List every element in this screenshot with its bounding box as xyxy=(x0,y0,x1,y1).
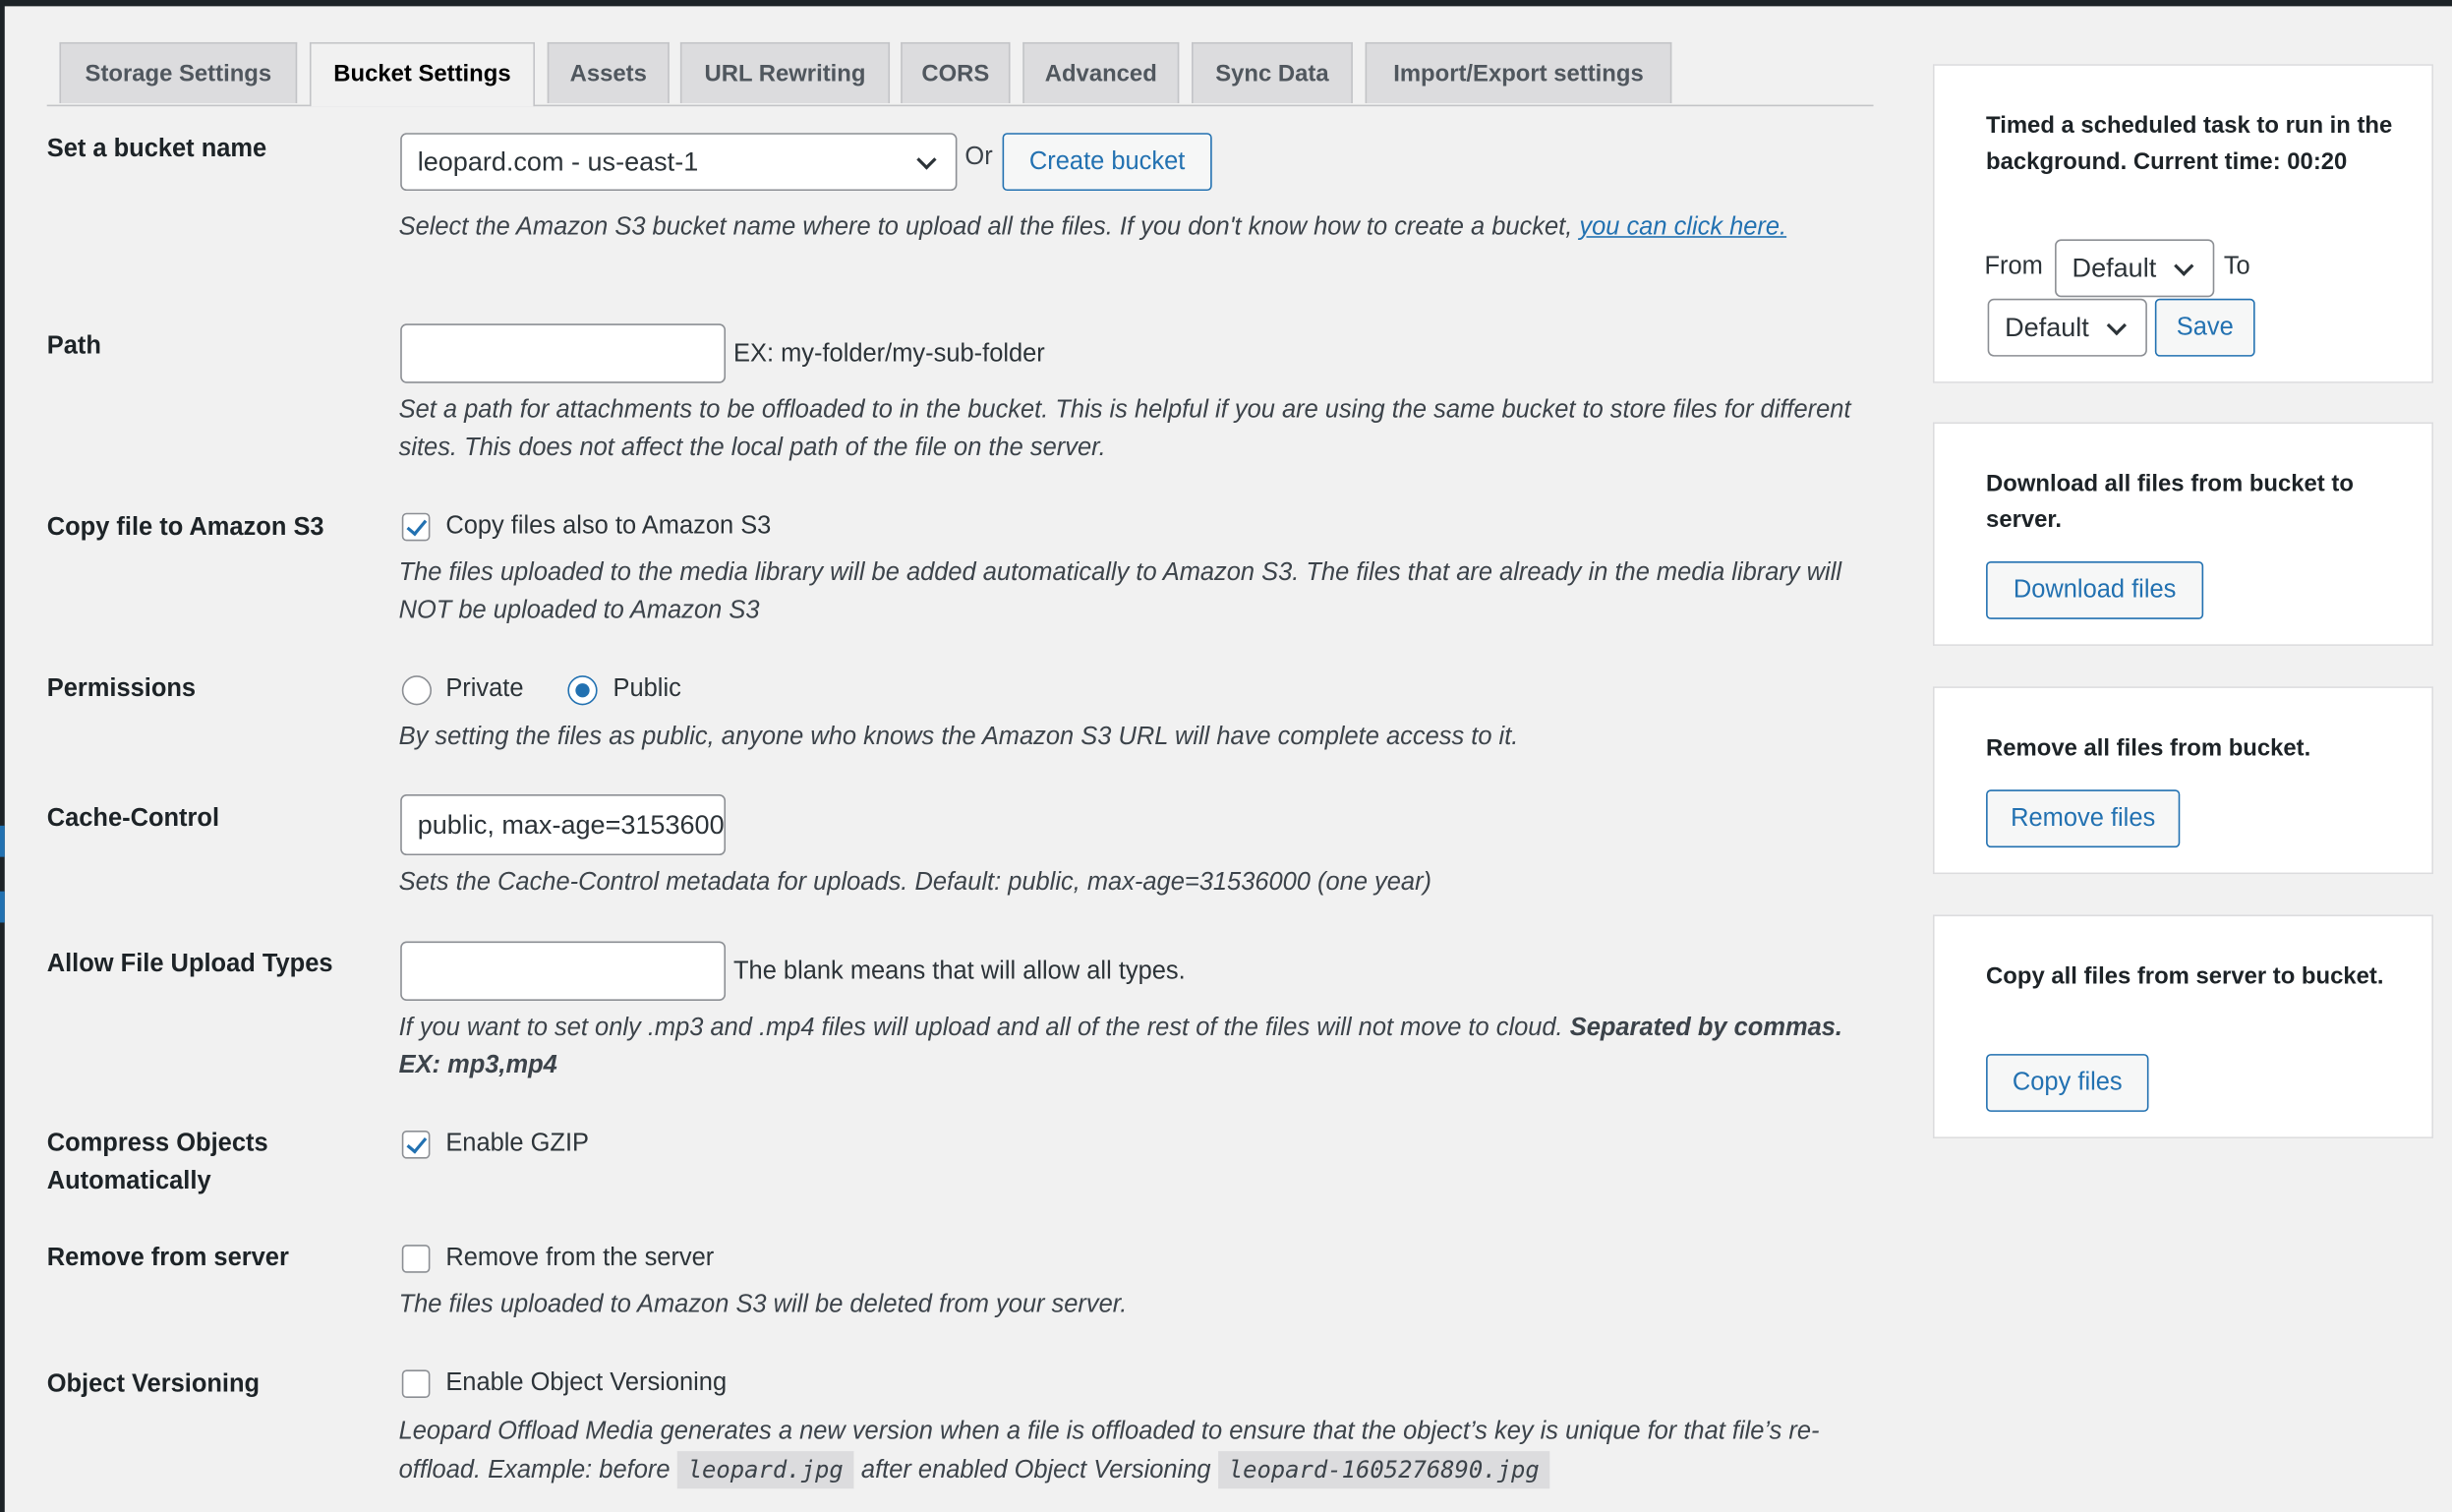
tab-advanced[interactable]: Advanced xyxy=(1022,41,1180,103)
checkmark-icon xyxy=(406,514,428,537)
copy-file-label: Copy file to Amazon S3 xyxy=(46,514,324,542)
schedule-card: Timed a scheduled task to run in the bac… xyxy=(1932,64,2433,383)
bucket-select-value: leopard.com - us-east-1 xyxy=(417,146,699,177)
schedule-card-title: Timed a scheduled task to run in the bac… xyxy=(1986,112,2393,176)
download-card: Download all files from bucket to server… xyxy=(1932,422,2433,646)
upload-types-label: Allow File Upload Types xyxy=(46,951,333,978)
copy-files-checkbox[interactable] xyxy=(401,512,431,542)
tab-url-rewriting[interactable]: URL Rewriting xyxy=(679,41,891,103)
path-description: Set a path for attachments to be offload… xyxy=(398,397,1851,462)
compress-label: Compress Objects Automatically xyxy=(47,1126,268,1200)
gzip-checkbox[interactable] xyxy=(401,1131,431,1159)
download-card-title: Download all files from bucket to server… xyxy=(1986,470,2354,534)
upload-types-hint: The blank means that will allow all type… xyxy=(732,959,1186,986)
public-radio-label[interactable]: Public xyxy=(613,670,681,708)
remove-server-label: Remove from server xyxy=(46,1245,289,1272)
from-select[interactable]: Default xyxy=(2055,239,2215,298)
download-files-button[interactable]: Download files xyxy=(1986,561,2204,619)
tab-assets[interactable]: Assets xyxy=(547,41,670,103)
permissions-label: Permissions xyxy=(46,675,197,703)
create-bucket-help-link[interactable]: you can click here. xyxy=(1579,214,1786,241)
chevron-down-icon xyxy=(2106,315,2127,335)
from-select-value: Default xyxy=(2072,253,2157,283)
versioning-checkbox[interactable] xyxy=(401,1369,431,1398)
upload-types-description: If you want to set only .mp3 and .mp4 fi… xyxy=(399,1011,1845,1085)
remove-server-checkbox-label[interactable]: Remove from the server xyxy=(445,1240,714,1277)
menu-indicator xyxy=(0,825,5,857)
from-label: From xyxy=(1984,253,2043,280)
to-label: To xyxy=(2223,253,2250,280)
copy-file-description: The files uploaded to the media library … xyxy=(398,559,1842,624)
versioning-description-text-2: after enabled Object Versioning xyxy=(860,1457,1211,1484)
code-before: leopard.jpg xyxy=(676,1451,854,1489)
remove-card-title: Remove all files from bucket. xyxy=(1986,734,2311,762)
cache-control-label: Cache-Control xyxy=(46,805,220,833)
radio-selected-dot xyxy=(575,683,590,698)
to-select-value: Default xyxy=(2005,313,2089,343)
remove-files-button[interactable]: Remove files xyxy=(1986,789,2181,848)
admin-menu-edge xyxy=(0,0,5,1512)
compress-label-line1: Compress Objects xyxy=(46,1131,268,1158)
path-label: Path xyxy=(46,332,101,360)
gzip-checkbox-label[interactable]: Enable GZIP xyxy=(445,1126,589,1163)
menu-indicator xyxy=(0,891,5,923)
cache-control-description: Sets the Cache-Control metadata for uplo… xyxy=(398,869,1432,897)
bucket-select[interactable]: leopard.com - us-east-1 xyxy=(400,133,958,192)
copy-files-checkbox-label[interactable]: Copy files also to Amazon S3 xyxy=(445,508,771,546)
tab-import-export-settings[interactable]: Import/Export settings xyxy=(1365,41,1672,103)
private-radio[interactable] xyxy=(401,675,433,706)
create-bucket-button[interactable]: Create bucket xyxy=(1002,133,1212,192)
tab-bucket-settings[interactable]: Bucket Settings xyxy=(309,41,535,107)
checkmark-icon xyxy=(406,1132,428,1154)
copy-card-title: Copy all files from server to bucket. xyxy=(1986,962,2384,990)
remove-card: Remove all files from bucket. Remove fil… xyxy=(1932,686,2433,875)
cache-control-input[interactable]: public, max-age=31536000 xyxy=(400,794,727,856)
copy-files-button[interactable]: Copy files xyxy=(1986,1054,2149,1112)
tab-cors[interactable]: CORS xyxy=(901,41,1011,103)
versioning-description: Leopard Offload Media generates a new ve… xyxy=(399,1414,1861,1490)
settings-tabs: Storage Settings Bucket Settings Assets … xyxy=(46,41,1874,107)
admin-top-bar xyxy=(0,0,2452,7)
public-radio[interactable] xyxy=(567,675,598,706)
path-input[interactable] xyxy=(400,323,727,383)
save-button[interactable]: Save xyxy=(2154,298,2255,357)
tab-sync-data[interactable]: Sync Data xyxy=(1192,41,1353,103)
upload-types-input[interactable] xyxy=(400,941,727,1001)
remove-server-checkbox[interactable] xyxy=(401,1245,431,1273)
versioning-label: Object Versioning xyxy=(46,1370,261,1398)
bucket-description: Select the Amazon S3 bucket name where t… xyxy=(399,209,1830,247)
or-text: Or xyxy=(964,144,993,171)
compress-label-line2: Automatically xyxy=(46,1168,211,1195)
permissions-description: By setting the files as public, anyone w… xyxy=(398,724,1519,751)
settings-page: Storage Settings Bucket Settings Assets … xyxy=(0,0,2452,1512)
bucket-name-label: Set a bucket name xyxy=(46,136,267,163)
tab-storage-settings[interactable]: Storage Settings xyxy=(59,41,298,103)
upload-types-description-text: If you want to set only .mp3 and .mp4 fi… xyxy=(398,1015,1563,1042)
chevron-down-icon xyxy=(2174,255,2194,276)
path-example: EX: my-folder/my-sub-folder xyxy=(732,340,1045,368)
copy-card: Copy all files from server to bucket. Co… xyxy=(1932,914,2433,1138)
code-after: leopard-1605276890.jpg xyxy=(1217,1451,1550,1489)
to-select[interactable]: Default xyxy=(1987,298,2147,357)
chevron-down-icon xyxy=(916,148,937,169)
private-radio-label[interactable]: Private xyxy=(445,670,523,708)
versioning-checkbox-label[interactable]: Enable Object Versioning xyxy=(445,1366,727,1403)
remove-server-description: The files uploaded to Amazon S3 will be … xyxy=(398,1291,1128,1318)
bucket-description-text: Select the Amazon S3 bucket name where t… xyxy=(398,213,1573,241)
